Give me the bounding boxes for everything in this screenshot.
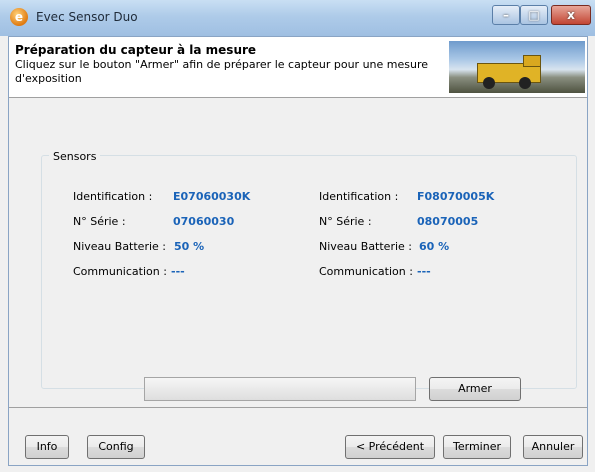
footer-separator bbox=[9, 407, 587, 408]
right-serie-label: N° Série : bbox=[319, 215, 372, 228]
truck-wheel bbox=[519, 77, 531, 89]
right-battery-value: 60 % bbox=[419, 240, 450, 253]
right-serie-value: 08070005 bbox=[417, 215, 479, 228]
truck-cab-shape bbox=[523, 55, 541, 67]
config-button[interactable]: Config bbox=[87, 435, 145, 459]
maximize-button[interactable]: □ bbox=[520, 5, 548, 25]
right-communication-label: Communication : bbox=[319, 265, 413, 278]
right-identification-label: Identification : bbox=[319, 190, 399, 203]
previous-button[interactable]: < Précédent bbox=[345, 435, 435, 459]
header-banner-image bbox=[449, 41, 585, 93]
app-icon: e bbox=[10, 8, 28, 26]
window-title: Evec Sensor Duo bbox=[36, 10, 138, 24]
right-battery-label: Niveau Batterie : bbox=[319, 240, 413, 253]
maximize-icon: □ bbox=[528, 8, 540, 22]
cancel-button[interactable]: Annuler bbox=[523, 435, 583, 459]
minimize-icon: – bbox=[503, 8, 509, 22]
left-serie-value: 07060030 bbox=[173, 215, 235, 228]
left-battery-label: Niveau Batterie : bbox=[73, 240, 167, 253]
right-communication-value: --- bbox=[417, 265, 431, 278]
truck-wheel bbox=[483, 77, 495, 89]
wizard-body: Préparation du capteur à la mesure Cliqu… bbox=[8, 36, 588, 466]
close-icon: x bbox=[567, 8, 575, 22]
finish-button[interactable]: Terminer bbox=[443, 435, 511, 459]
left-identification-value: E07060030K bbox=[173, 190, 251, 203]
page-title: Préparation du capteur à la mesure bbox=[15, 43, 257, 57]
page-description: Cliquez sur le bouton "Armer" afin de pr… bbox=[15, 58, 429, 85]
left-communication-value: --- bbox=[171, 265, 185, 278]
right-identification-value: F08070005K bbox=[417, 190, 495, 203]
minimize-button[interactable]: – bbox=[492, 5, 520, 25]
wizard-header: Préparation du capteur à la mesure Cliqu… bbox=[9, 37, 587, 98]
left-battery-value: 50 % bbox=[174, 240, 205, 253]
close-button[interactable]: x bbox=[551, 5, 591, 25]
left-serie-label: N° Série : bbox=[73, 215, 126, 228]
left-identification-label: Identification : bbox=[73, 190, 153, 203]
title-bar[interactable]: e Evec Sensor Duo – □ x bbox=[0, 0, 595, 36]
sensors-group-label: Sensors bbox=[49, 150, 101, 163]
info-button[interactable]: Info bbox=[25, 435, 69, 459]
app-window: e Evec Sensor Duo – □ x Préparation du c… bbox=[0, 0, 595, 472]
arming-progress-bar bbox=[144, 377, 416, 401]
arm-button[interactable]: Armer bbox=[429, 377, 521, 401]
left-communication-label: Communication : bbox=[73, 265, 167, 278]
